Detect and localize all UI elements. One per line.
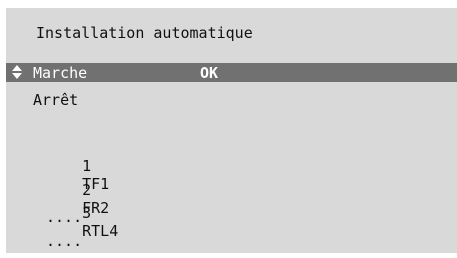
menu-item-label: Arrêt [33, 91, 79, 109]
menu-item-marche[interactable]: Marche OK [6, 63, 457, 82]
channel-number: 3 [82, 204, 92, 222]
menu-item-arret[interactable]: Arrêt [6, 90, 457, 109]
ellipsis-row: .... [46, 208, 83, 226]
menu-item-label: Marche [33, 64, 88, 82]
page-title: Installation automatique [36, 24, 253, 42]
channel-name: RTL4 [82, 222, 119, 240]
up-down-arrow-icon [12, 65, 22, 79]
osd-screen: Installation automatique Marche OK Arrêt… [6, 8, 457, 253]
status-ok: OK [200, 64, 219, 82]
ellipsis-row: .... [46, 232, 83, 250]
